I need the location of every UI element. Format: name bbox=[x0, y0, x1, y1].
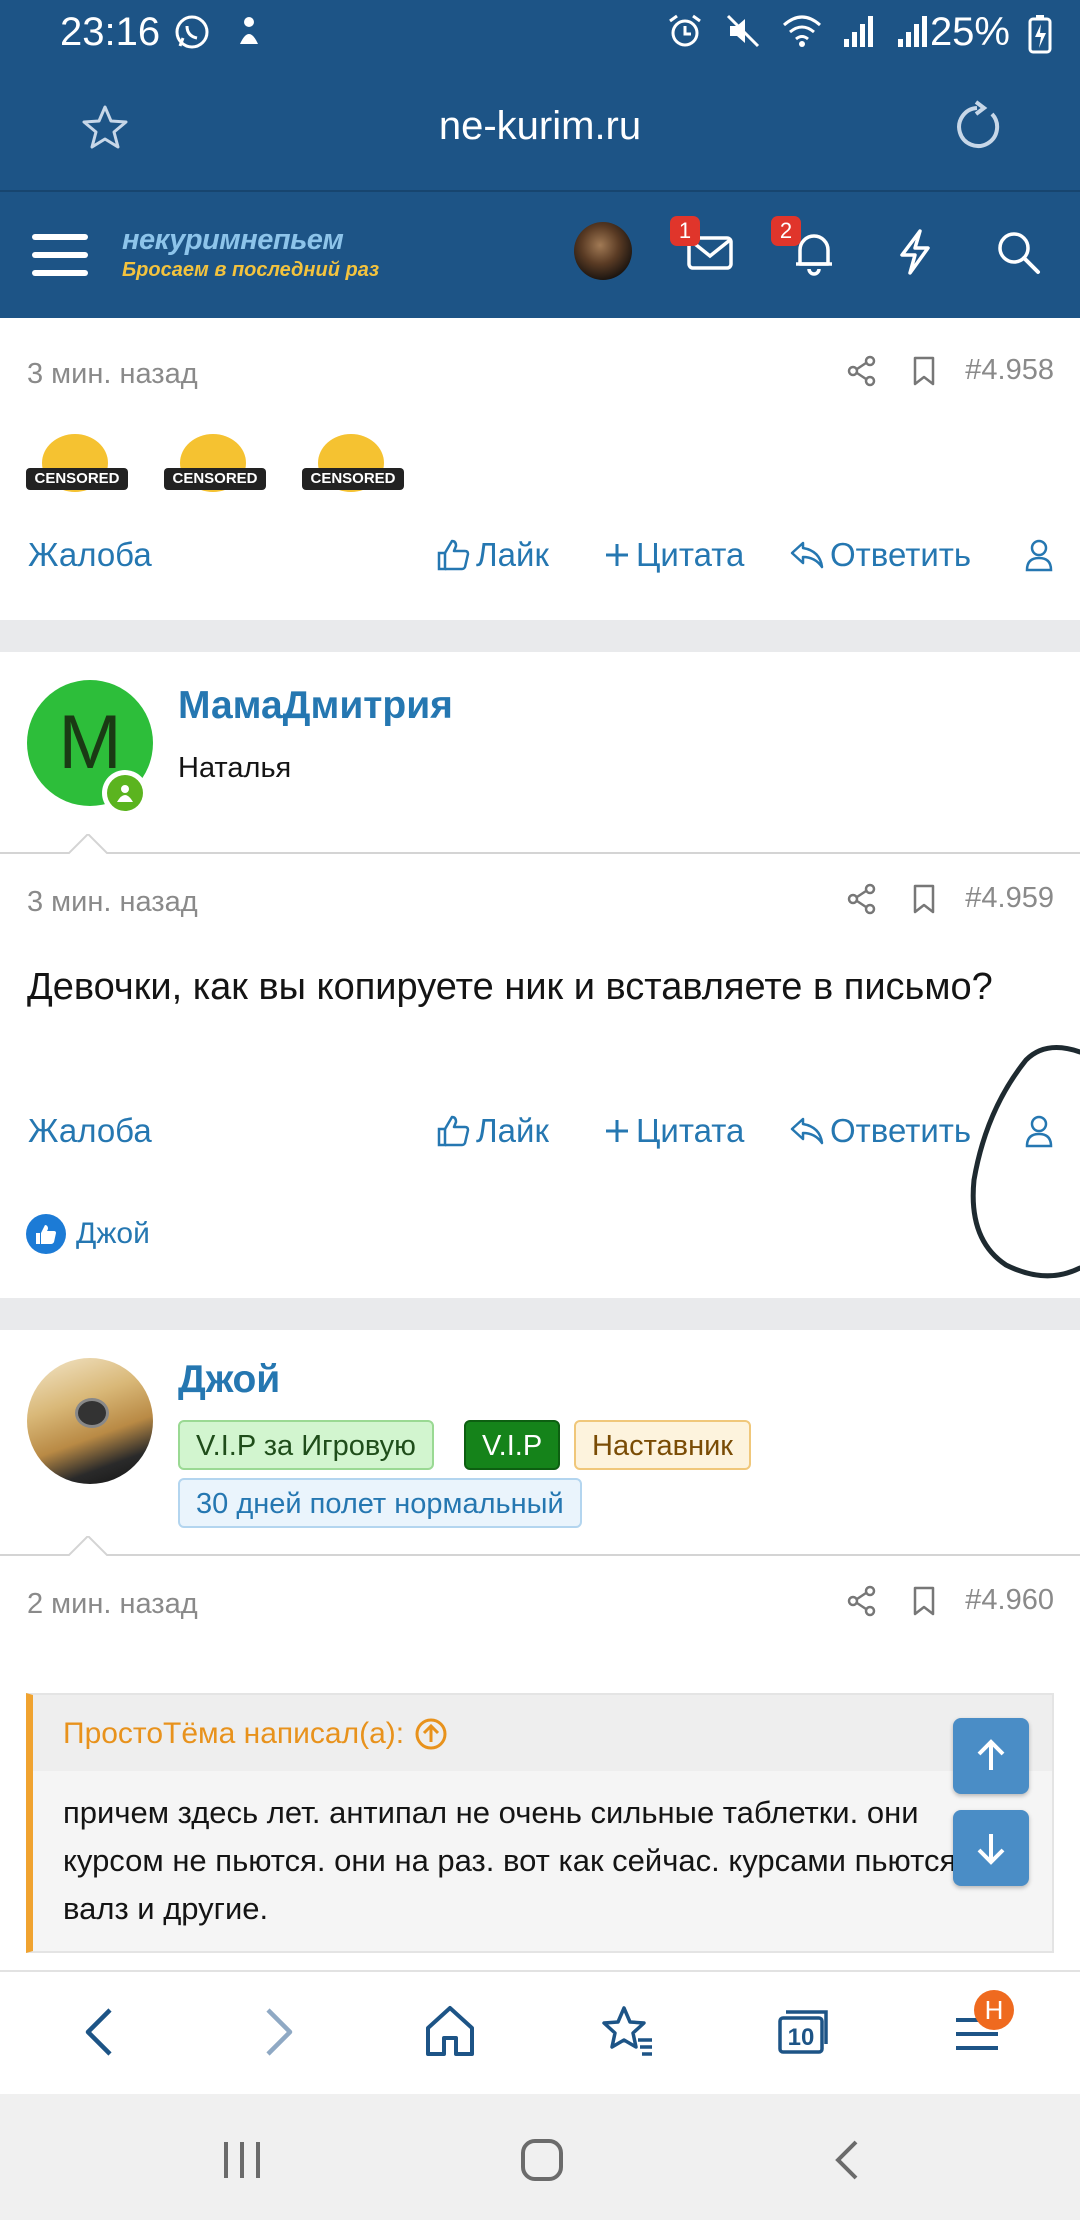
logo-subtitle: Бросаем в последний раз bbox=[122, 259, 380, 281]
reply-button[interactable]: Ответить bbox=[790, 1112, 971, 1150]
site-header: некуримнепьем Бросаем в последний раз 1 … bbox=[0, 190, 1080, 318]
post-arrow bbox=[68, 834, 108, 854]
user-title: Наталья bbox=[178, 752, 292, 784]
home-icon[interactable] bbox=[424, 2002, 476, 2062]
post-author[interactable]: Джой bbox=[178, 1358, 280, 1402]
thumbs-up-icon bbox=[437, 539, 470, 571]
browser-toolbar: 10 H bbox=[0, 1970, 1080, 2094]
post-4959: 3 мин. назад #4.959 Девочки, как вы копи… bbox=[0, 854, 1080, 1298]
logo-title: некуримнепьем bbox=[122, 224, 344, 256]
post-4958: 3 мин. назад #4.958 CENSORED CENSORED CE… bbox=[0, 318, 1080, 620]
alerts-badge: 2 bbox=[771, 216, 801, 246]
report-link[interactable]: Жалоба bbox=[28, 536, 152, 574]
browser-menu-button[interactable]: H bbox=[952, 1990, 1014, 2062]
user-tag-mentor: Наставник bbox=[574, 1420, 751, 1470]
like-button[interactable]: Лайк bbox=[436, 536, 549, 574]
report-link[interactable]: Жалоба bbox=[28, 1112, 152, 1150]
post-time: 2 мин. назад bbox=[27, 1588, 198, 1620]
like-button[interactable]: Лайк bbox=[436, 1112, 549, 1150]
system-back-icon[interactable] bbox=[826, 2138, 870, 2182]
quote-button[interactable]: Цитата bbox=[604, 1112, 744, 1150]
back-icon[interactable] bbox=[80, 2002, 120, 2062]
notification-person-icon bbox=[240, 17, 258, 44]
user-tag-vip: V.I.P bbox=[464, 1420, 561, 1470]
post-time: 3 мин. назад bbox=[27, 358, 198, 390]
mute-icon bbox=[726, 14, 760, 48]
user-avatar[interactable] bbox=[574, 222, 632, 280]
wifi-icon bbox=[783, 15, 821, 47]
recent-apps-icon[interactable] bbox=[220, 2138, 264, 2182]
bookmarks-icon[interactable] bbox=[600, 2002, 656, 2062]
battery-charging-icon bbox=[1028, 15, 1052, 54]
arrow-up-circle-icon[interactable] bbox=[414, 1717, 448, 1751]
liked-by: Джой bbox=[76, 1217, 150, 1250]
signal-icon bbox=[844, 16, 873, 47]
lightning-icon[interactable] bbox=[894, 228, 936, 276]
quote-author[interactable]: ПростоТёма написал(а): bbox=[63, 1717, 448, 1751]
reply-icon bbox=[790, 1117, 824, 1145]
post-actions: Жалоба Лайк Цитата Ответить bbox=[0, 532, 1080, 582]
user-icon[interactable] bbox=[1024, 538, 1054, 572]
like-reaction-icon bbox=[26, 1214, 66, 1254]
post-4959-author: M МамаДмитрия Наталья bbox=[0, 652, 1080, 854]
url-text[interactable]: ne-kurim.ru bbox=[0, 104, 1080, 149]
scroll-top-button[interactable] bbox=[953, 1718, 1029, 1794]
plus-icon bbox=[606, 544, 628, 566]
user-tag-30-days: 30 дней полет нормальный bbox=[178, 1478, 582, 1528]
tabs-button[interactable]: 10 bbox=[776, 2002, 830, 2062]
signal-icon-2 bbox=[898, 16, 927, 47]
share-icon[interactable] bbox=[846, 1585, 878, 1617]
censored-emoji: CENSORED bbox=[164, 434, 266, 496]
reload-icon[interactable] bbox=[950, 100, 1004, 154]
post-4960-author: Джой V.I.P за Игровую V.I.P Наставник 30… bbox=[0, 1330, 1080, 1556]
scroll-bottom-button[interactable] bbox=[953, 1810, 1029, 1886]
whatsapp-icon bbox=[175, 15, 209, 49]
home-button-icon[interactable] bbox=[520, 2138, 564, 2182]
plus-icon bbox=[606, 1120, 628, 1142]
post-number[interactable]: #4.960 bbox=[965, 1584, 1054, 1617]
forward-icon[interactable] bbox=[258, 2002, 298, 2062]
browser-url-bar: ne-kurim.ru bbox=[0, 68, 1080, 190]
bookmark-icon[interactable] bbox=[911, 883, 937, 915]
search-icon[interactable] bbox=[994, 228, 1042, 276]
quote-text: причем здесь лет. антипал не очень сильн… bbox=[63, 1795, 957, 1926]
status-bar: 23:16 25% bbox=[0, 0, 1080, 68]
messages-badge: 1 bbox=[670, 216, 700, 246]
status-time: 23:16 bbox=[60, 10, 161, 54]
system-nav-bar bbox=[0, 2094, 1080, 2220]
user-tag-vip-game: V.I.P за Игровую bbox=[178, 1420, 434, 1470]
site-logo[interactable]: некуримнепьем Бросаем в последний раз bbox=[122, 224, 379, 282]
censored-emoji: CENSORED bbox=[26, 434, 128, 496]
drawn-circle-annotation bbox=[970, 1045, 1080, 1279]
reply-button[interactable]: Ответить bbox=[790, 536, 971, 574]
avatar[interactable] bbox=[27, 1358, 153, 1484]
online-status-icon bbox=[102, 770, 148, 816]
share-icon[interactable] bbox=[846, 883, 878, 915]
post-time: 3 мин. назад bbox=[27, 886, 198, 918]
bookmark-icon[interactable] bbox=[911, 355, 937, 387]
post-author[interactable]: МамаДмитрия bbox=[178, 684, 453, 728]
post-number[interactable]: #4.958 bbox=[965, 354, 1054, 387]
post-actions: Жалоба Лайк Цитата Ответить bbox=[0, 1108, 1080, 1158]
battery-level: 25% bbox=[929, 10, 1010, 54]
alarm-icon bbox=[669, 14, 701, 47]
menu-badge: H bbox=[974, 1990, 1014, 2030]
emoji-row: CENSORED CENSORED CENSORED bbox=[26, 434, 404, 496]
share-icon[interactable] bbox=[846, 355, 878, 387]
menu-icon[interactable] bbox=[30, 230, 90, 280]
arrow-up-icon bbox=[977, 1739, 1005, 1770]
blockquote: ПростоТёма написал(а): причем здесь лет.… bbox=[26, 1693, 1054, 1953]
bookmark-icon[interactable] bbox=[911, 1585, 937, 1617]
thumbs-up-icon bbox=[437, 1115, 470, 1147]
post-number[interactable]: #4.959 bbox=[965, 882, 1054, 915]
censored-emoji: CENSORED bbox=[302, 434, 404, 496]
post-text: Девочки, как вы копируете ник и вставляе… bbox=[27, 966, 993, 1008]
arrow-down-icon bbox=[977, 1834, 1005, 1865]
post-arrow bbox=[68, 1536, 108, 1556]
quote-button[interactable]: Цитата bbox=[604, 536, 744, 574]
reactions-bar[interactable]: Джой bbox=[26, 1214, 150, 1254]
reply-icon bbox=[790, 541, 824, 569]
